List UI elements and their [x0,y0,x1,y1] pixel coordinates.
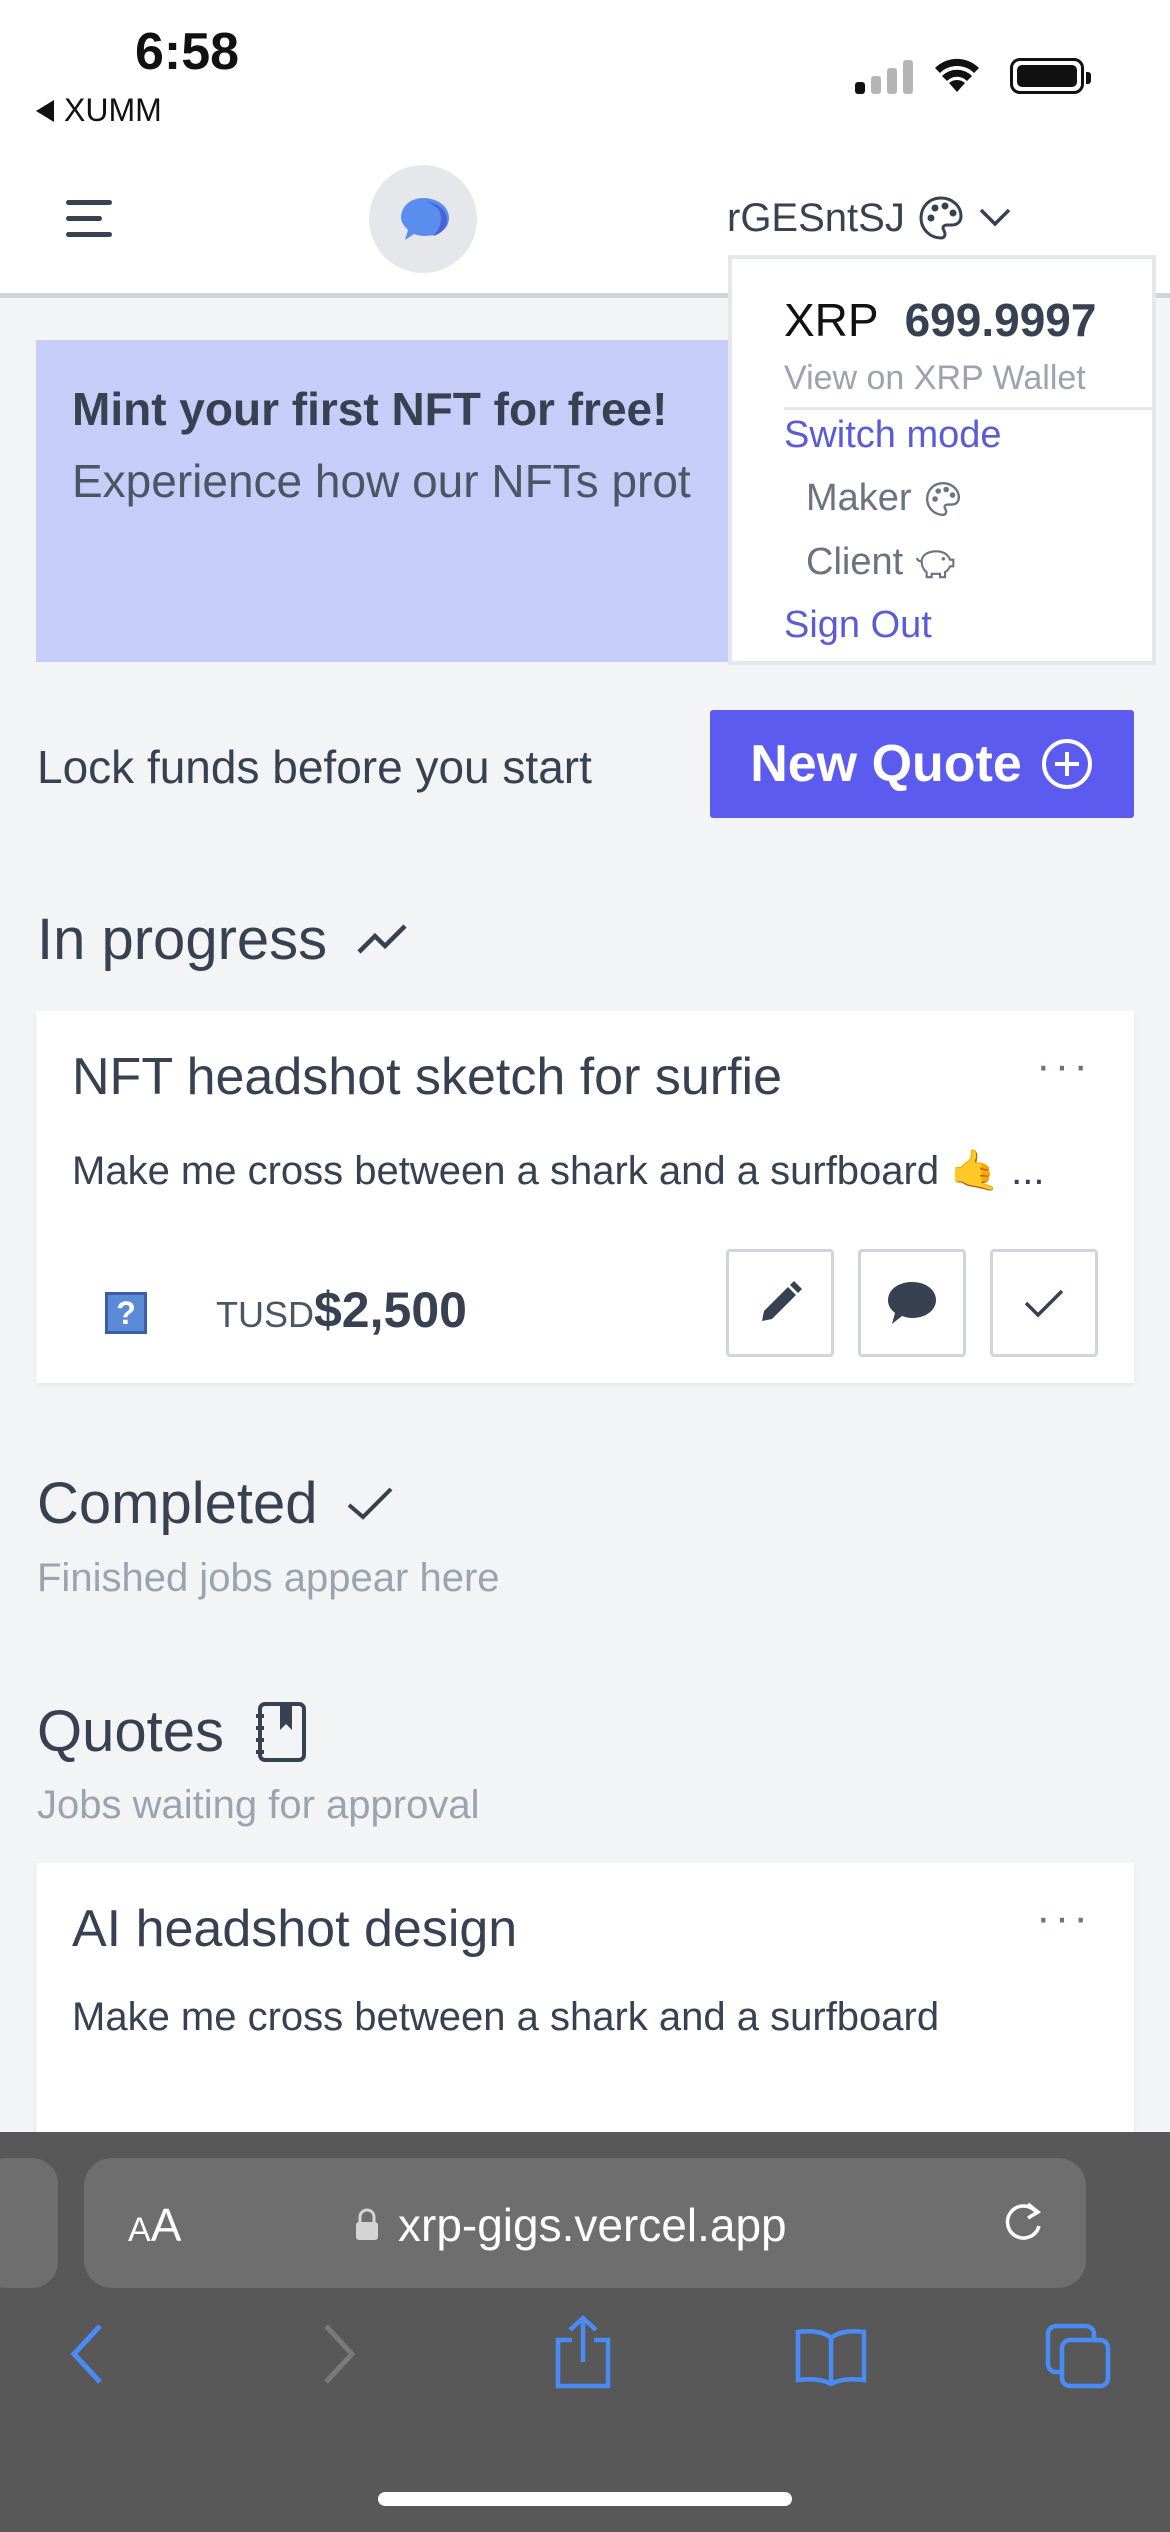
client-label: Client [806,541,904,583]
home-indicator[interactable] [378,2492,792,2506]
quotes-title: Quotes [37,1699,224,1764]
job-description: Make me cross between a shark and a surf… [72,1149,1045,1193]
palette-icon [925,481,960,516]
back-to-app-link[interactable]: XUMM [36,92,162,129]
share-icon[interactable] [552,2314,614,2390]
back-app-label: XUMM [64,92,162,128]
check-icon [348,1487,393,1520]
completed-subtitle: Finished jobs appear here [37,1556,500,1600]
chat-bubble-icon [401,198,449,240]
account-selector[interactable]: rGESntSJ [727,194,1013,242]
balance-currency: XRP [784,294,879,346]
quote-title: AI headshot design [72,1900,518,1958]
piggy-bank-icon [915,549,955,578]
price-amount: $2,500 [314,1282,467,1338]
job-price: TUSD $2,500 [216,1281,467,1339]
xrp-balance: XRP 699.9997 [784,293,1096,347]
dropdown-divider [784,407,1154,410]
lock-icon [356,2208,378,2240]
token-icon: ? [84,1271,168,1355]
chevron-down-icon [979,208,1011,227]
menu-icon[interactable] [66,200,112,248]
completed-heading: Completed [37,1470,395,1537]
complete-button[interactable] [990,1249,1098,1357]
tabs-icon[interactable] [1044,2322,1114,2390]
quote-description: Make me cross between a shark and a surf… [72,1995,940,2039]
battery-icon [1010,58,1091,94]
back-arrow-icon[interactable] [66,2322,106,2386]
address-bar[interactable]: AA xrp-gigs.vercel.app [84,2158,1086,2288]
lock-funds-text: Lock funds before you start [37,741,592,793]
cellular-signal-icon [855,58,913,94]
check-icon [1024,1289,1064,1318]
plus-circle-icon [1041,739,1092,789]
maker-mode-option[interactable]: Maker [806,477,962,520]
text-size-button[interactable]: AA [128,2198,181,2252]
more-options-icon[interactable]: ··· [1036,1041,1092,1091]
account-dropdown: XRP 699.9997 View on XRP Wallet Switch m… [728,255,1156,665]
palette-icon [919,196,963,240]
back-triangle-icon [36,99,54,122]
balance-amount: 699.9997 [904,294,1097,346]
more-options-icon[interactable]: ··· [1036,1893,1092,1943]
url-text: xrp-gigs.vercel.app [398,2199,787,2251]
status-time: 6:58 [135,23,240,81]
chat-button[interactable] [858,1249,966,1357]
reload-icon[interactable] [998,2198,1048,2248]
forward-arrow-icon[interactable] [320,2322,360,2386]
account-address: rGESntSJ [727,195,905,240]
in-progress-title: In progress [37,907,328,972]
job-card-in-progress[interactable]: NFT headshot sketch for surfie ··· Make … [36,1011,1134,1383]
quote-card[interactable]: AI headshot design ··· Make me cross bet… [36,1863,1134,2163]
pencil-icon [762,1281,802,1321]
previous-tab[interactable] [0,2158,58,2288]
trending-up-icon [357,923,407,954]
new-quote-button[interactable]: New Quote [710,710,1134,818]
quotes-heading: Quotes [37,1698,308,1765]
banner-title: Mint your first NFT for free! [72,383,668,435]
browser-toolbar: AA xrp-gigs.vercel.app [0,2132,1170,2532]
maker-label: Maker [806,477,912,519]
url-display[interactable]: xrp-gigs.vercel.app [354,2198,787,2252]
quotes-subtitle: Jobs waiting for approval [37,1783,480,1827]
comment-icon [888,1282,936,1324]
new-quote-label: New Quote [750,735,1022,793]
completed-title: Completed [37,1471,318,1536]
banner-body: Experience how our NFTs prot [72,455,691,507]
client-mode-option[interactable]: Client [806,541,955,584]
address-book-icon [256,1701,306,1762]
bookmarks-icon[interactable] [794,2326,868,2386]
price-currency: TUSD [216,1294,314,1335]
edit-button[interactable] [726,1249,834,1357]
sign-out-link[interactable]: Sign Out [784,604,932,647]
in-progress-heading: In progress [37,906,409,973]
switch-mode-link[interactable]: Switch mode [784,414,1002,457]
wifi-icon [935,58,979,92]
job-title: NFT headshot sketch for surfie [72,1048,783,1106]
chat-logo[interactable] [369,165,477,273]
status-bar: 6:58 XUMM [0,0,1170,150]
unknown-token-icon: ? [105,1292,147,1334]
view-on-wallet-link[interactable]: View on XRP Wallet [784,359,1086,398]
